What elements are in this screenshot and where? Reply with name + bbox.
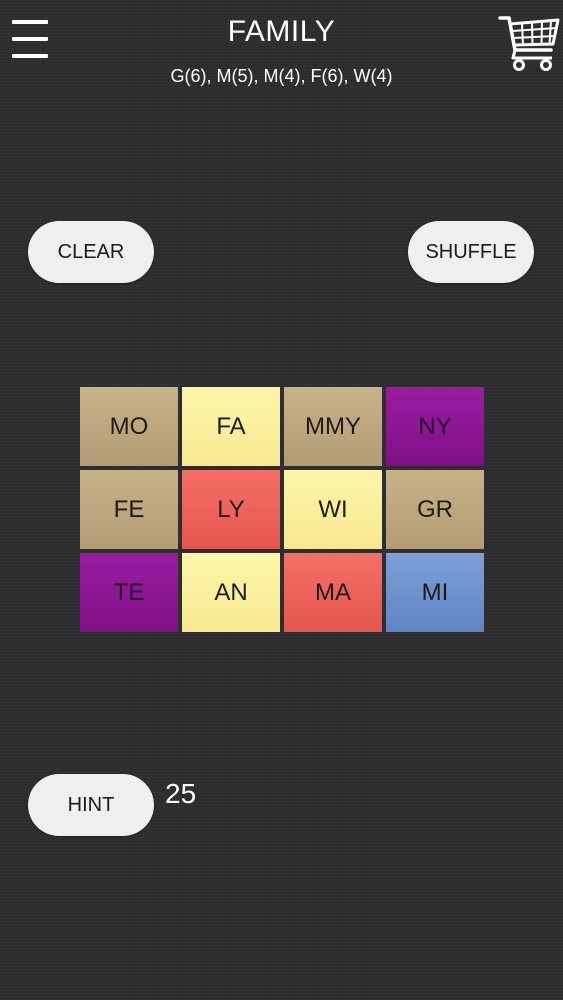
letter-tile[interactable]: LY: [182, 470, 280, 549]
tile-grid: MO FA MMY NY FE LY WI GR TE AN MA MI: [80, 387, 486, 632]
letter-tile[interactable]: FA: [182, 387, 280, 466]
shuffle-button[interactable]: SHUFFLE: [408, 221, 534, 283]
letter-tile[interactable]: MI: [386, 553, 484, 632]
clear-button[interactable]: CLEAR: [28, 221, 154, 283]
letter-tile[interactable]: MO: [80, 387, 178, 466]
hint-count: 25: [165, 778, 197, 809]
letter-tile[interactable]: FE: [80, 470, 178, 549]
letter-tile[interactable]: GR: [386, 470, 484, 549]
letter-tile[interactable]: MA: [284, 553, 382, 632]
letter-tile[interactable]: NY: [386, 387, 484, 466]
hint-button[interactable]: HINT: [28, 774, 154, 836]
letter-tile[interactable]: AN: [182, 553, 280, 632]
letter-tile[interactable]: MMY: [284, 387, 382, 466]
letter-tile[interactable]: TE: [80, 553, 178, 632]
page-title: FAMILY: [227, 15, 336, 48]
word-length-clues: G(6), M(5), M(4), F(6), W(4): [170, 66, 393, 86]
letter-tile[interactable]: WI: [284, 470, 382, 549]
shopping-cart-icon[interactable]: [497, 10, 561, 74]
